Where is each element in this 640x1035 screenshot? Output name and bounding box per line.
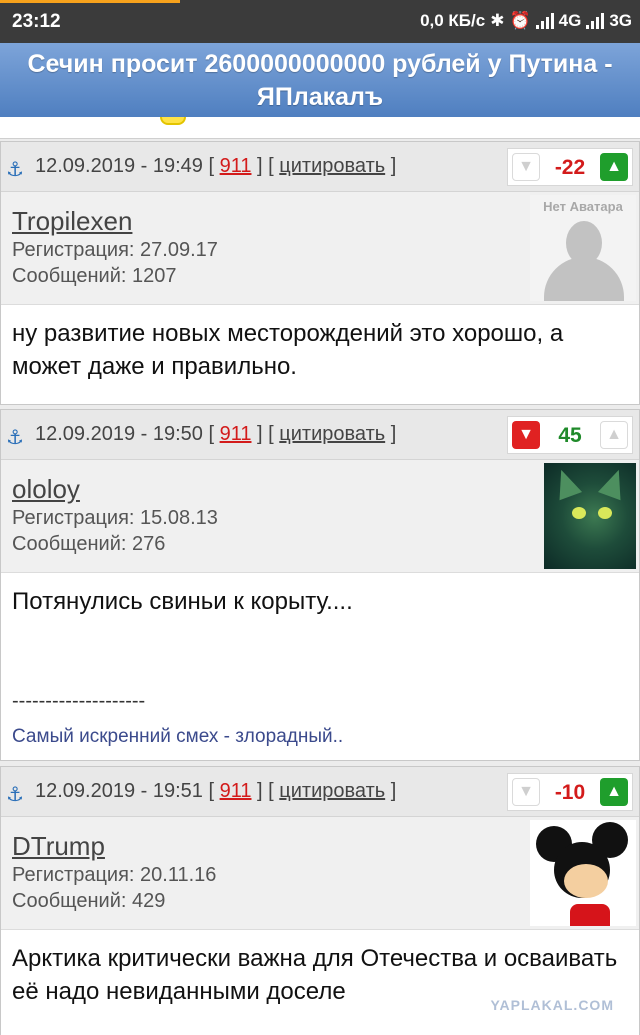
avatar-cat-ear bbox=[549, 465, 583, 501]
author-block: Tropilexen Регистрация: 27.09.17 Сообщен… bbox=[1, 192, 639, 305]
post-score: -10 bbox=[554, 781, 586, 804]
avatar-cat-eye bbox=[598, 507, 612, 519]
author-block: DTrump Регистрация: 20.11.16 Сообщений: … bbox=[1, 817, 639, 930]
avatar bbox=[530, 820, 636, 926]
quote-link[interactable]: цитировать bbox=[279, 155, 385, 177]
forum-post: ⚓ 12.09.2019 - 19:50 [ 911 ] [ цитироват… bbox=[0, 409, 640, 761]
forum-post: ⚓ 12.09.2019 - 19:49 [ 911 ] [ цитироват… bbox=[0, 141, 640, 405]
post-number-link[interactable]: 911 bbox=[220, 423, 252, 445]
post-signature: Самый искренний смех - злорадный.. bbox=[12, 726, 344, 747]
forum-post: ⚓ 12.09.2019 - 19:51 [ 911 ] [ цитироват… bbox=[0, 766, 640, 1035]
author-block: ololoy Регистрация: 15.08.13 Сообщений: … bbox=[1, 460, 639, 573]
post-number-link[interactable]: 911 bbox=[220, 155, 252, 177]
thumb-up-icon[interactable]: ▲ bbox=[600, 421, 628, 449]
message-count: Сообщений: 429 bbox=[12, 890, 166, 912]
no-avatar-label: Нет Аватара bbox=[543, 199, 623, 214]
thumb-up-icon[interactable]: ▲ bbox=[600, 153, 628, 181]
avatar: Нет Аватара bbox=[530, 195, 636, 301]
bluetooth-icon: ✱ bbox=[490, 11, 505, 30]
anchor-icon[interactable]: ⚓ bbox=[6, 782, 24, 807]
thumb-down-icon[interactable]: ▼ bbox=[512, 778, 540, 806]
post-header: ⚓ 12.09.2019 - 19:51 [ 911 ] [ цитироват… bbox=[1, 767, 639, 817]
registration-date: Регистрация: 27.09.17 bbox=[12, 239, 218, 261]
status-time: 23:12 bbox=[12, 11, 61, 32]
thumb-up-icon[interactable]: ▲ bbox=[600, 778, 628, 806]
status-indicators: 0,0 КБ/с ✱ ⏰ 4G 3G bbox=[420, 11, 632, 31]
post-datetime: 12.09.2019 - 19:51 bbox=[35, 780, 203, 802]
network-type-2: 3G bbox=[609, 11, 632, 30]
signal-icon bbox=[535, 13, 554, 29]
registration-date: Регистрация: 15.08.13 bbox=[12, 507, 218, 529]
thumb-down-icon[interactable]: ▼ bbox=[512, 153, 540, 181]
avatar-silhouette-head bbox=[566, 221, 602, 265]
post-meta: 12.09.2019 - 19:50 [ 911 ] [ цитировать … bbox=[35, 423, 397, 445]
avatar bbox=[544, 463, 636, 569]
post-datetime: 12.09.2019 - 19:49 bbox=[35, 155, 203, 177]
post-meta: 12.09.2019 - 19:51 [ 911 ] [ цитировать … bbox=[35, 780, 397, 802]
anchor-icon[interactable]: ⚓ bbox=[6, 425, 24, 450]
site-watermark: YAPLAKAL.COM bbox=[490, 997, 614, 1013]
quote-link[interactable]: цитировать bbox=[279, 780, 385, 802]
username-link[interactable]: ololoy bbox=[12, 474, 80, 505]
smiley-icon bbox=[160, 117, 186, 125]
post-meta: 12.09.2019 - 19:49 [ 911 ] [ цитировать … bbox=[35, 155, 397, 177]
registration-date: Регистрация: 20.11.16 bbox=[12, 864, 217, 886]
signature-divider: -------------------- bbox=[12, 690, 146, 712]
message-count: Сообщений: 276 bbox=[12, 533, 166, 555]
network-speed: 0,0 КБ/с bbox=[420, 11, 486, 30]
page-title: Сечин просит 2600000000000 рублей у Пути… bbox=[0, 43, 640, 117]
quote-link[interactable]: цитировать bbox=[279, 423, 385, 445]
vote-box: ▼ 45 ▲ bbox=[507, 416, 633, 454]
avatar-cat-eye bbox=[572, 507, 586, 519]
avatar-mouse-muzzle bbox=[564, 864, 608, 898]
post-header: ⚓ 12.09.2019 - 19:50 [ 911 ] [ цитироват… bbox=[1, 410, 639, 460]
message-count: Сообщений: 1207 bbox=[12, 265, 177, 287]
vote-box: ▼ -22 ▲ bbox=[507, 148, 633, 186]
network-type-1: 4G bbox=[558, 11, 582, 30]
status-bar: 23:12 0,0 КБ/с ✱ ⏰ 4G 3G bbox=[0, 0, 640, 43]
username-link[interactable]: DTrump bbox=[12, 831, 105, 862]
post-text: ну развитие новых месторождений это хоро… bbox=[12, 320, 564, 380]
thumb-down-icon[interactable]: ▼ bbox=[512, 421, 540, 449]
post-score: -22 bbox=[554, 156, 586, 179]
avatar-cat-ear bbox=[597, 465, 631, 501]
anchor-icon[interactable]: ⚓ bbox=[6, 157, 24, 182]
post-score: 45 bbox=[558, 424, 582, 447]
signal-icon bbox=[586, 13, 605, 29]
previous-post-remnant bbox=[0, 117, 640, 139]
post-number-link[interactable]: 911 bbox=[220, 780, 252, 802]
avatar-mouse-shorts bbox=[570, 904, 610, 926]
page-load-progress bbox=[0, 0, 180, 3]
post-header: ⚓ 12.09.2019 - 19:49 [ 911 ] [ цитироват… bbox=[1, 142, 639, 192]
post-text: Потянулись свиньи к корыту.... bbox=[12, 588, 353, 615]
alarm-icon: ⏰ bbox=[509, 11, 531, 30]
vote-box: ▼ -10 ▲ bbox=[507, 773, 633, 811]
post-datetime: 12.09.2019 - 19:50 bbox=[35, 423, 203, 445]
username-link[interactable]: Tropilexen bbox=[12, 206, 132, 237]
